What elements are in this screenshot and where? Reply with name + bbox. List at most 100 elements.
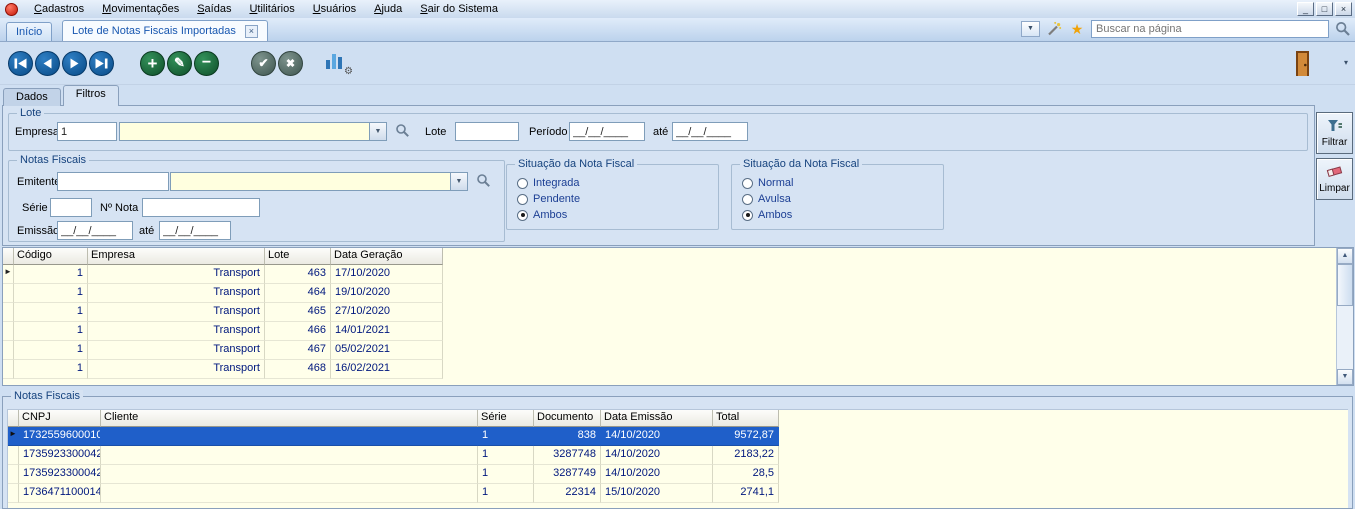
col-header-cliente[interactable]: Cliente xyxy=(101,410,478,427)
menu-item-sair[interactable]: Sair do Sistema xyxy=(411,1,507,17)
scroll-down-button[interactable]: ▼ xyxy=(1337,369,1353,385)
ribbon-collapse-button[interactable]: ▼ xyxy=(1021,21,1040,37)
cell-documento: 838 xyxy=(534,427,601,446)
nav-last-button[interactable] xyxy=(89,51,114,76)
limpar-button[interactable]: Limpar xyxy=(1316,158,1353,200)
radio-checked-icon xyxy=(742,210,753,221)
radio-checked-icon xyxy=(517,210,528,221)
gear-icon: ⚙ xyxy=(344,66,353,77)
radio-integrada[interactable]: Integrada xyxy=(517,177,579,189)
chevron-down-icon[interactable]: ▼ xyxy=(450,173,467,190)
close-button[interactable]: × xyxy=(1335,2,1352,16)
emitente-field[interactable] xyxy=(57,172,169,191)
scrollbar-thumb[interactable] xyxy=(1337,264,1353,306)
tab-close-icon[interactable]: × xyxy=(245,25,258,38)
filter-icon xyxy=(1327,119,1343,135)
favorites-star-icon[interactable]: ★ xyxy=(1068,21,1086,37)
empresa-combo[interactable]: ▼ xyxy=(119,122,387,141)
table-row[interactable]: 17364711000148 1 22314 15/10/2020 2741,1 xyxy=(8,484,1348,503)
radio-normal[interactable]: Normal xyxy=(742,177,793,189)
col-header-data-geracao[interactable]: Data Geração xyxy=(331,248,443,265)
delete-button[interactable]: − xyxy=(194,51,219,76)
cell-codigo: 1 xyxy=(14,265,88,284)
scroll-up-button[interactable]: ▲ xyxy=(1337,248,1353,264)
col-header-documento[interactable]: Documento xyxy=(534,410,601,427)
indicator-column-header xyxy=(8,410,19,427)
cell-data-geracao: 05/02/2021 xyxy=(331,341,443,360)
search-icon[interactable] xyxy=(1334,21,1352,37)
menu-item-ajuda[interactable]: Ajuda xyxy=(365,1,411,17)
emitente-combo[interactable]: ▼ xyxy=(170,172,468,191)
table-row[interactable]: 1 Transport 466 14/01/2021 xyxy=(3,322,1336,341)
cell-documento: 3287749 xyxy=(534,465,601,484)
restore-button[interactable]: □ xyxy=(1316,2,1333,16)
cancel-button[interactable]: ✖ xyxy=(278,51,303,76)
col-header-codigo[interactable]: Código xyxy=(14,248,88,265)
cell-total: 9572,87 xyxy=(713,427,779,446)
menu-item-usuarios[interactable]: Usuários xyxy=(304,1,365,17)
periodo-from-field[interactable] xyxy=(569,122,645,141)
table-row[interactable]: 17359233000420 1 3287749 14/10/2020 28,5 xyxy=(8,465,1348,484)
menu-item-utilitarios[interactable]: Utilitários xyxy=(240,1,303,17)
wand-icon[interactable] xyxy=(1045,21,1063,37)
emissao-to-field[interactable] xyxy=(159,221,231,240)
notas-fiscais-groupbox: Notas Fiscais Emitente ▼ Série Nº Nota E… xyxy=(8,160,505,242)
num-nota-field[interactable] xyxy=(142,198,260,217)
nav-next-button[interactable] xyxy=(62,51,87,76)
table-row[interactable]: 17359233000420 1 3287748 14/10/2020 2183… xyxy=(8,446,1348,465)
col-header-total[interactable]: Total xyxy=(713,410,779,427)
col-header-empresa[interactable]: Empresa xyxy=(88,248,265,265)
radio-ambos-integracao[interactable]: Ambos xyxy=(517,209,567,221)
table-row[interactable]: 1 Transport 467 05/02/2021 xyxy=(3,341,1336,360)
table-row[interactable]: 1 Transport 468 16/02/2021 xyxy=(3,360,1336,379)
tab-dados[interactable]: Dados xyxy=(3,88,61,106)
empresa-search-icon[interactable] xyxy=(395,123,411,139)
toolbar-more-dropdown[interactable]: ▾ xyxy=(1344,58,1348,67)
menu-item-cadastros[interactable]: Cadastros xyxy=(25,1,93,17)
col-header-data-emissao[interactable]: Data Emissão xyxy=(601,410,713,427)
lote-group-title: Lote xyxy=(17,107,44,119)
empresa-field[interactable] xyxy=(57,122,117,141)
menu-item-saidas[interactable]: Saídas xyxy=(188,1,240,17)
table-row[interactable]: ► 1 Transport 463 17/10/2020 xyxy=(3,265,1336,284)
radio-icon xyxy=(517,178,528,189)
nav-prev-button[interactable] xyxy=(35,51,60,76)
serie-label: Série xyxy=(22,202,48,214)
add-button[interactable]: + xyxy=(140,51,165,76)
emitente-search-icon[interactable] xyxy=(476,173,492,189)
radio-avulsa[interactable]: Avulsa xyxy=(742,193,791,205)
periodo-to-field[interactable] xyxy=(672,122,748,141)
notas-fiscais-section: Notas Fiscais CNPJ Cliente Série Documen… xyxy=(2,396,1353,509)
table-row[interactable]: 1 Transport 465 27/10/2020 xyxy=(3,303,1336,322)
chevron-down-icon[interactable]: ▼ xyxy=(369,123,386,140)
table-row-selected[interactable]: ► 17325596000100 1 838 14/10/2020 9572,8… xyxy=(8,427,1348,446)
col-header-serie[interactable]: Série xyxy=(478,410,534,427)
menu-item-movimentacoes[interactable]: Movimentações xyxy=(93,1,188,17)
cell-serie: 1 xyxy=(478,465,534,484)
cancel-icon: ✖ xyxy=(286,57,295,70)
chart-button[interactable]: ⚙ xyxy=(325,51,351,75)
col-header-lote[interactable]: Lote xyxy=(265,248,331,265)
filtrar-button[interactable]: Filtrar xyxy=(1316,112,1353,154)
serie-field[interactable] xyxy=(50,198,92,217)
edit-button[interactable]: ✎ xyxy=(167,51,192,76)
lote-field[interactable] xyxy=(455,122,519,141)
tab-inicio[interactable]: Início xyxy=(6,22,52,41)
tab-lote-notas-importadas[interactable]: Lote de Notas Fiscais Importadas × xyxy=(62,20,268,41)
confirm-button[interactable]: ✔ xyxy=(251,51,276,76)
minimize-button[interactable]: _ xyxy=(1297,2,1314,16)
exit-button[interactable] xyxy=(1293,50,1315,80)
situacao-tipo-title: Situação da Nota Fiscal xyxy=(740,158,862,170)
nav-first-button[interactable] xyxy=(8,51,33,76)
col-header-cnpj[interactable]: CNPJ xyxy=(19,410,101,427)
row-indicator-icon: ► xyxy=(3,265,14,284)
row-indicator xyxy=(3,322,14,341)
search-input[interactable] xyxy=(1091,20,1329,38)
tab-filtros[interactable]: Filtros xyxy=(63,85,119,106)
table-row[interactable]: 1 Transport 464 19/10/2020 xyxy=(3,284,1336,303)
radio-ambos-tipo[interactable]: Ambos xyxy=(742,209,792,221)
lotes-grid-body: Código Empresa Lote Data Geração ► 1 Tra… xyxy=(3,248,1336,385)
radio-pendente[interactable]: Pendente xyxy=(517,193,580,205)
emissao-from-field[interactable] xyxy=(57,221,133,240)
cell-total: 2741,1 xyxy=(713,484,779,503)
